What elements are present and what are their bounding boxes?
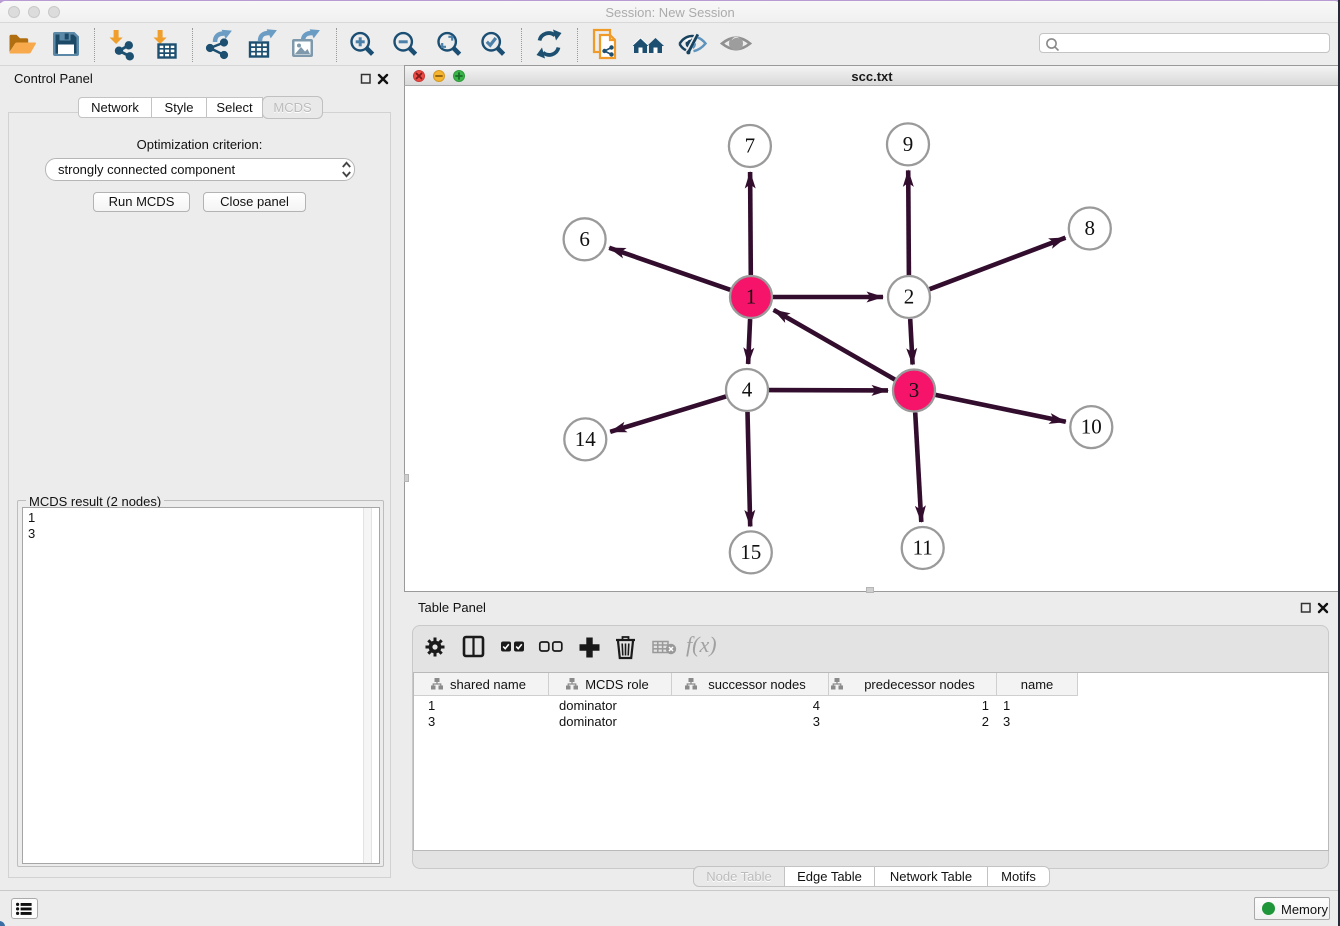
svg-text:11: 11	[913, 536, 933, 560]
svg-text:2: 2	[904, 285, 915, 309]
svg-text:8: 8	[1085, 216, 1096, 240]
svg-text:9: 9	[903, 132, 914, 156]
svg-text:15: 15	[740, 540, 761, 564]
svg-text:14: 14	[575, 427, 597, 451]
svg-text:3: 3	[909, 378, 920, 402]
svg-text:1: 1	[746, 285, 757, 309]
svg-text:10: 10	[1081, 415, 1102, 439]
svg-text:6: 6	[579, 227, 590, 251]
svg-text:7: 7	[745, 134, 756, 158]
svg-text:4: 4	[742, 378, 753, 402]
